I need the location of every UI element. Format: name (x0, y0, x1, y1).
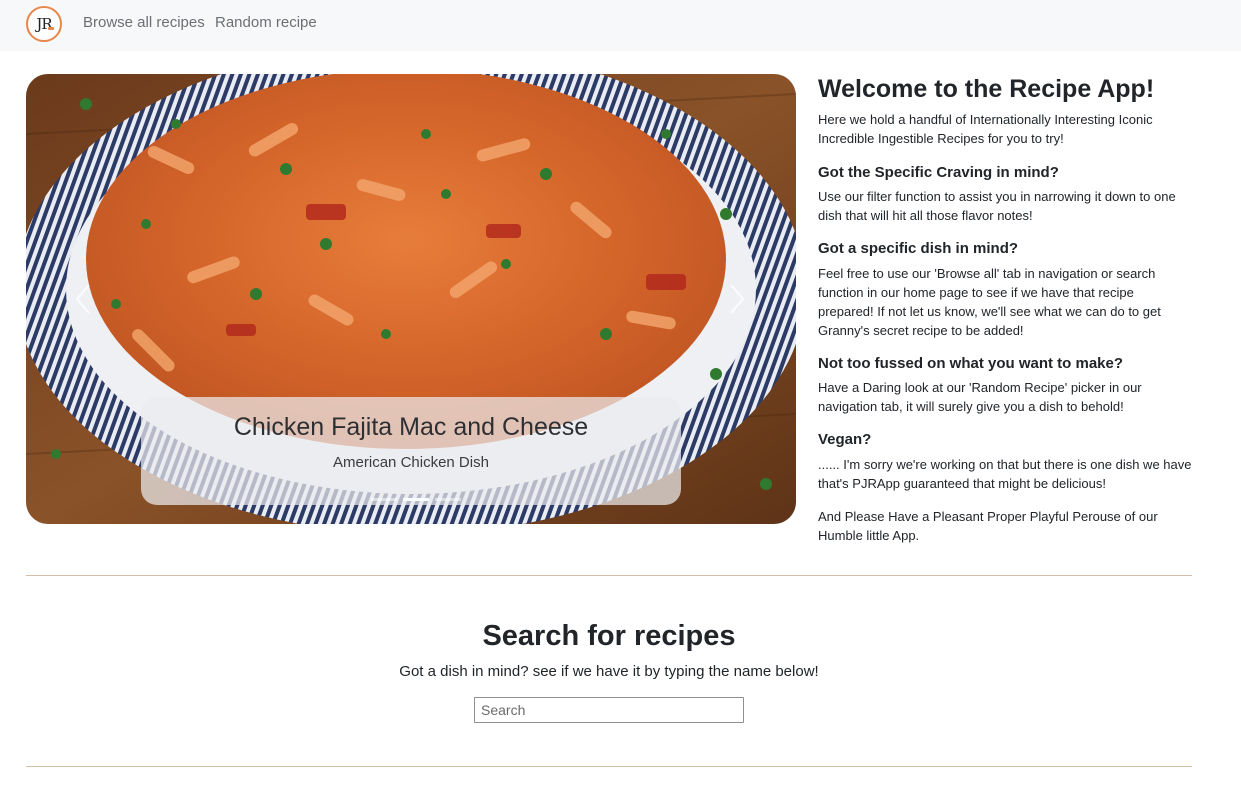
section-body: ...... I'm sorry we're working on that b… (818, 457, 1192, 491)
section-heading: Got the Specific Craving in mind? (818, 164, 1059, 181)
carousel-caption: Chicken Fajita Mac and Cheese American C… (141, 397, 681, 505)
nav-link-random-recipe[interactable]: Random recipe (215, 14, 317, 31)
carousel-indicators (371, 498, 461, 501)
carousel-indicator-active[interactable] (403, 498, 429, 501)
section-heading: Got a specific dish in mind? (818, 240, 1019, 257)
logo[interactable]: JR (26, 6, 62, 42)
nav-link-browse-all[interactable]: Browse all recipes (83, 14, 205, 31)
chevron-left-icon (75, 284, 90, 314)
slide-title: Chicken Fajita Mac and Cheese (233, 413, 589, 441)
welcome-closing: And Please Have a Pleasant Proper Playfu… (818, 509, 1158, 543)
section-body: Feel free to use our 'Browse all' tab in… (818, 266, 1161, 338)
logo-text: JR (36, 15, 52, 33)
search-title: Search for recipes (482, 620, 736, 652)
navbar: JR Browse all recipes Random recipe (0, 0, 1241, 51)
carousel-indicator[interactable] (371, 498, 397, 501)
divider (26, 575, 1192, 576)
welcome-title: Welcome to the Recipe App! (818, 75, 1155, 103)
search-subtitle: Got a dish in mind? see if we have it by… (399, 663, 819, 680)
slide-subtitle: American Chicken Dish (333, 454, 489, 471)
recipe-carousel[interactable]: Chicken Fajita Mac and Cheese American C… (26, 74, 796, 524)
section-heading: Not too fussed on what you want to make? (818, 355, 1124, 372)
welcome-intro: Here we hold a handful of Internationall… (818, 112, 1153, 146)
logo-accent (48, 27, 54, 30)
carousel-indicator[interactable] (435, 498, 461, 501)
section-body: Have a Daring look at our 'Random Recipe… (818, 380, 1142, 414)
divider (26, 766, 1192, 767)
section-body: Use our filter function to assist you in… (818, 189, 1176, 223)
section-heading: Vegan? (818, 431, 872, 448)
chevron-right-icon (730, 284, 745, 314)
carousel-prev-button[interactable] (54, 269, 114, 329)
search-input[interactable] (474, 697, 744, 723)
carousel-next-button[interactable] (706, 269, 766, 329)
welcome-section: Welcome to the Recipe App! Here we hold … (818, 74, 1193, 543)
